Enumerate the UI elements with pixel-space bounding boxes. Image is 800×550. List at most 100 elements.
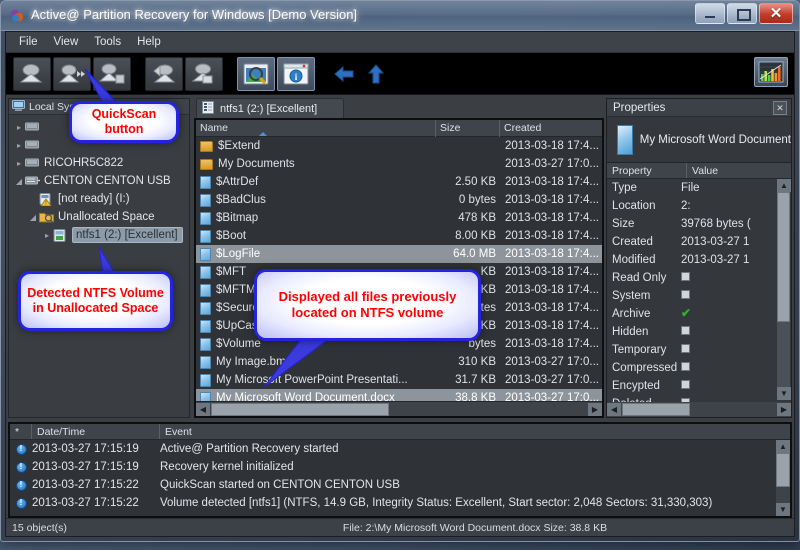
unchecked-checkbox-icon[interactable] bbox=[681, 290, 690, 299]
unchecked-checkbox-icon[interactable] bbox=[681, 272, 690, 281]
preview-button[interactable] bbox=[237, 56, 275, 91]
file-row[interactable]: $BadClus 0 bytes 2013-03-18 17:4... bbox=[196, 191, 602, 209]
column-header-name[interactable]: Name bbox=[196, 120, 436, 137]
folder-icon bbox=[200, 140, 213, 152]
tree-expander-icon[interactable]: ◢ bbox=[13, 177, 25, 186]
file-name-cell: $Extend bbox=[196, 140, 436, 152]
tree-expander-icon[interactable]: ▸ bbox=[13, 159, 25, 168]
property-value: File bbox=[681, 182, 700, 194]
maximize-button[interactable] bbox=[727, 3, 757, 24]
minimize-button[interactable] bbox=[695, 3, 725, 24]
property-row: Archive ✔ bbox=[607, 305, 791, 323]
file-row[interactable]: My Documents 2013-03-27 17:0... bbox=[196, 155, 602, 173]
unchecked-checkbox-icon[interactable] bbox=[681, 362, 690, 371]
quickscan-button[interactable] bbox=[13, 56, 51, 91]
property-value bbox=[681, 344, 791, 356]
close-button[interactable]: ✕ bbox=[759, 3, 793, 24]
log-row: ! 2013-03-27 17:15:19 Recovery kernel init… bbox=[10, 458, 790, 476]
property-value bbox=[681, 272, 791, 284]
prop-scroll-right-arrow-icon[interactable]: ▶ bbox=[777, 403, 791, 416]
menu-tools[interactable]: Tools bbox=[87, 34, 128, 50]
title-bar[interactable]: Active@ Partition Recovery for Windows [… bbox=[1, 1, 799, 31]
tree-node-unallocated-space[interactable]: ◢ Unallocated Space bbox=[9, 208, 189, 226]
property-key: Size bbox=[612, 218, 635, 230]
log-vscroll-thumb[interactable] bbox=[776, 453, 790, 487]
callout-files-listed: Displayed all files previously located o… bbox=[254, 269, 481, 341]
unchecked-checkbox-icon[interactable] bbox=[681, 344, 690, 353]
menu-view[interactable]: View bbox=[47, 34, 86, 50]
prop-hscroll-thumb[interactable] bbox=[622, 403, 690, 416]
callout-ntfs-volume-text: Detected NTFS Volume in Unallocated Spac… bbox=[27, 285, 164, 315]
tree-node-not-ready-i[interactable]: ! [not ready] (I:) bbox=[9, 190, 189, 208]
property-value: 2013-03-27 1 bbox=[681, 254, 750, 266]
log-pane[interactable]: * Date/Time Event ! 2013-03-27 17:15:19 Ac… bbox=[8, 422, 792, 518]
properties-file-summary: My Microsoft Word Document bbox=[607, 117, 791, 163]
tab-strip: ntfs1 (2:) [Excellent] bbox=[192, 96, 604, 118]
file-icon bbox=[200, 193, 211, 207]
tree-expander-icon[interactable]: ▸ bbox=[13, 141, 25, 150]
file-row[interactable]: $LogFile 64.0 MB 2013-03-18 17:4... bbox=[196, 245, 602, 263]
usb-icon bbox=[25, 175, 40, 188]
file-name-text: $Secure bbox=[216, 302, 259, 314]
property-row: Temporary bbox=[607, 341, 791, 359]
file-row[interactable]: $Extend 2013-03-18 17:4... bbox=[196, 137, 602, 155]
column-header-size[interactable]: Size bbox=[436, 120, 500, 137]
tree-node-ricohr5c822[interactable]: ▸ RICOHR5C822 bbox=[9, 154, 189, 172]
menu-help[interactable]: Help bbox=[130, 34, 168, 50]
log-vscrollbar[interactable]: ▲ ▼ bbox=[776, 440, 790, 516]
scroll-right-arrow-icon[interactable]: ▶ bbox=[588, 402, 602, 416]
property-key: Modified bbox=[612, 254, 656, 266]
properties-vscroll-thumb[interactable] bbox=[777, 192, 790, 322]
file-list-hscrollbar[interactable]: ◀ ▶ bbox=[196, 401, 602, 416]
tree-expander-icon[interactable]: ◢ bbox=[27, 213, 39, 222]
unchecked-checkbox-icon[interactable] bbox=[681, 380, 690, 389]
unchecked-checkbox-icon[interactable] bbox=[681, 326, 690, 335]
drive-warn-icon: ! bbox=[39, 192, 54, 207]
status-object-count: 15 object(s) bbox=[12, 521, 67, 534]
property-value: 2: bbox=[681, 200, 691, 212]
log-header: * Date/Time Event bbox=[10, 424, 790, 440]
up-button[interactable] bbox=[361, 57, 391, 91]
log-datetime: 2013-03-27 17:15:19 bbox=[32, 461, 139, 473]
hscroll-thumb[interactable] bbox=[211, 402, 389, 416]
properties-hscrollbar[interactable]: ◀ ▶ bbox=[607, 402, 791, 417]
tree-node-centon-centon-usb[interactable]: ◢ CENTON CENTON USB bbox=[9, 172, 189, 190]
window-title: Active@ Partition Recovery for Windows [… bbox=[31, 7, 358, 22]
scroll-up-arrow-icon[interactable]: ▲ bbox=[777, 179, 791, 192]
file-icon bbox=[200, 301, 211, 315]
menu-file[interactable]: File bbox=[12, 34, 45, 50]
info-icon: ! bbox=[15, 461, 27, 473]
properties-button[interactable]: i bbox=[277, 56, 315, 91]
log-scroll-down-arrow-icon[interactable]: ▼ bbox=[776, 503, 790, 516]
property-row: System bbox=[607, 287, 791, 305]
scroll-down-arrow-icon[interactable]: ▼ bbox=[777, 387, 791, 400]
property-value bbox=[681, 326, 791, 338]
statistics-button[interactable] bbox=[754, 57, 788, 87]
scroll-left-arrow-icon[interactable]: ◀ bbox=[196, 402, 210, 416]
tree-expander-icon[interactable]: ▸ bbox=[13, 123, 25, 132]
log-scroll-up-arrow-icon[interactable]: ▲ bbox=[776, 440, 790, 453]
file-created-cell: 2013-03-18 17:4... bbox=[505, 302, 599, 314]
column-header-created[interactable]: Created bbox=[500, 120, 602, 137]
app-icon bbox=[9, 8, 25, 24]
file-name-text: My Documents bbox=[218, 158, 295, 170]
back-button[interactable] bbox=[329, 57, 359, 91]
tab-ntfs1[interactable]: ntfs1 (2:) [Excellent] bbox=[196, 98, 344, 118]
application-window: Active@ Partition Recovery for Windows [… bbox=[0, 0, 800, 542]
properties-close-button[interactable]: ✕ bbox=[773, 101, 787, 115]
file-created-cell: 2013-03-18 17:4... bbox=[505, 266, 599, 278]
device-icon bbox=[25, 121, 40, 134]
log-row: ! 2013-03-27 17:15:22 Volume detected [ntf… bbox=[10, 494, 790, 512]
file-name-cell: $AttrDef bbox=[196, 175, 436, 189]
prop-scroll-left-arrow-icon[interactable]: ◀ bbox=[607, 403, 621, 416]
file-row[interactable]: $Bitmap 478 KB 2013-03-18 17:4... bbox=[196, 209, 602, 227]
file-row[interactable]: $Boot 8.00 KB 2013-03-18 17:4... bbox=[196, 227, 602, 245]
tree-expander-icon[interactable]: ▸ bbox=[41, 231, 53, 240]
file-row[interactable]: $AttrDef 2.50 KB 2013-03-18 17:4... bbox=[196, 173, 602, 191]
properties-pane: Properties ✕ My Microsoft Word Document … bbox=[606, 98, 792, 418]
properties-vscrollbar[interactable]: ▲ ▼ bbox=[777, 179, 791, 400]
file-size-cell: 2.50 KB bbox=[455, 176, 496, 188]
file-icon bbox=[200, 337, 211, 351]
file-list-header[interactable]: Name Size Created bbox=[196, 120, 602, 137]
file-created-cell: 2013-03-18 17:4... bbox=[505, 176, 599, 188]
